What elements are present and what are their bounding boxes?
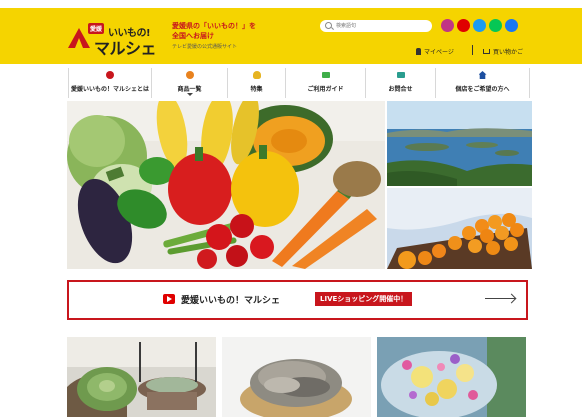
site-logo[interactable]: 愛媛 いいもの! マルシェ (68, 22, 160, 58)
arrow-right-icon (485, 298, 515, 299)
tagline-line1: 愛媛県の「いいもの！」を (172, 22, 256, 30)
cart-icon (483, 49, 490, 54)
nav-label: お問合せ (388, 86, 413, 93)
home-icon (478, 71, 487, 79)
search-box[interactable] (320, 20, 432, 32)
nav-item-products[interactable]: 商品一覧 (152, 68, 228, 98)
nav-label: 特集 (250, 86, 263, 93)
person-icon (416, 48, 421, 55)
nav-item-features[interactable]: 特集 (228, 68, 286, 98)
succulents-image (67, 337, 216, 417)
nav-item-contact[interactable]: お問合せ (366, 68, 436, 98)
nav-item-guide[interactable]: ご利用ガイド (286, 68, 366, 98)
product-card-dried-fish[interactable] (222, 337, 371, 417)
play-icon (163, 294, 175, 304)
product-card-succulents[interactable] (67, 337, 216, 417)
nav-item-shops[interactable]: 個店をご希望の方へ (436, 68, 530, 98)
line-icon[interactable] (489, 19, 502, 32)
nav-label: 個店をご希望の方へ (455, 86, 510, 93)
islands-illustration (387, 101, 532, 186)
youtube-icon[interactable] (457, 19, 470, 32)
nav-label: 商品一覧 (177, 86, 202, 93)
nav-label: ご利用ガイド (307, 86, 344, 93)
vegetables-illustration (67, 101, 385, 269)
hero-vegetables-image[interactable] (67, 101, 385, 269)
oranges-illustration (387, 188, 532, 269)
mypage-link[interactable]: マイページ (416, 47, 454, 56)
logo-badge: 愛媛 (88, 23, 105, 34)
mail-icon (396, 72, 405, 78)
citrus-flowers-image (377, 337, 526, 417)
chevron-down-icon (186, 93, 193, 96)
banner-title: 愛媛いいもの！マルシェ (181, 296, 281, 306)
cart-label: 買い物かご (493, 49, 524, 56)
tagline-sub: テレビ愛媛の公式通販サイト (172, 44, 238, 50)
cart-link[interactable]: 買い物かご (483, 47, 523, 56)
oranges-image[interactable] (387, 188, 532, 269)
tagline-line2: 全国へお届け (172, 32, 214, 40)
header-divider (472, 45, 473, 55)
islands-sea-image[interactable] (387, 101, 532, 186)
mypage-label: マイページ (424, 49, 454, 56)
nav-label: 愛媛いいもの！マルシェとは (70, 86, 149, 93)
live-badge: LIVEショッピング開催中！ (315, 292, 413, 306)
dried-fish-image (222, 337, 371, 417)
instagram-icon[interactable] (441, 19, 454, 32)
search-input[interactable] (336, 21, 426, 31)
social-links (441, 19, 518, 32)
logo-main-text: マルシェ (94, 39, 157, 58)
nav-item-about[interactable]: 愛媛いいもの！マルシェとは (68, 68, 152, 98)
info-icon (106, 71, 114, 79)
book-icon (321, 72, 330, 78)
product-card-citrus-flowers[interactable] (377, 337, 526, 417)
lightbulb-icon (252, 71, 261, 79)
facebook-icon[interactable] (505, 19, 518, 32)
live-shopping-banner[interactable]: 愛媛いいもの！マルシェ LIVEショッピング開催中！ (67, 280, 528, 320)
twitter-icon[interactable] (473, 19, 486, 32)
search-icon[interactable] (325, 22, 332, 29)
site-header: 愛媛 いいもの! マルシェ 愛媛県の「いいもの！」を 全国へお届け テレビ愛媛の… (0, 8, 582, 64)
main-nav: 愛媛いいもの！マルシェとは 商品一覧 特集 ご利用ガイド お問合せ 個店をご希望… (68, 68, 530, 98)
orange-icon (185, 71, 194, 79)
